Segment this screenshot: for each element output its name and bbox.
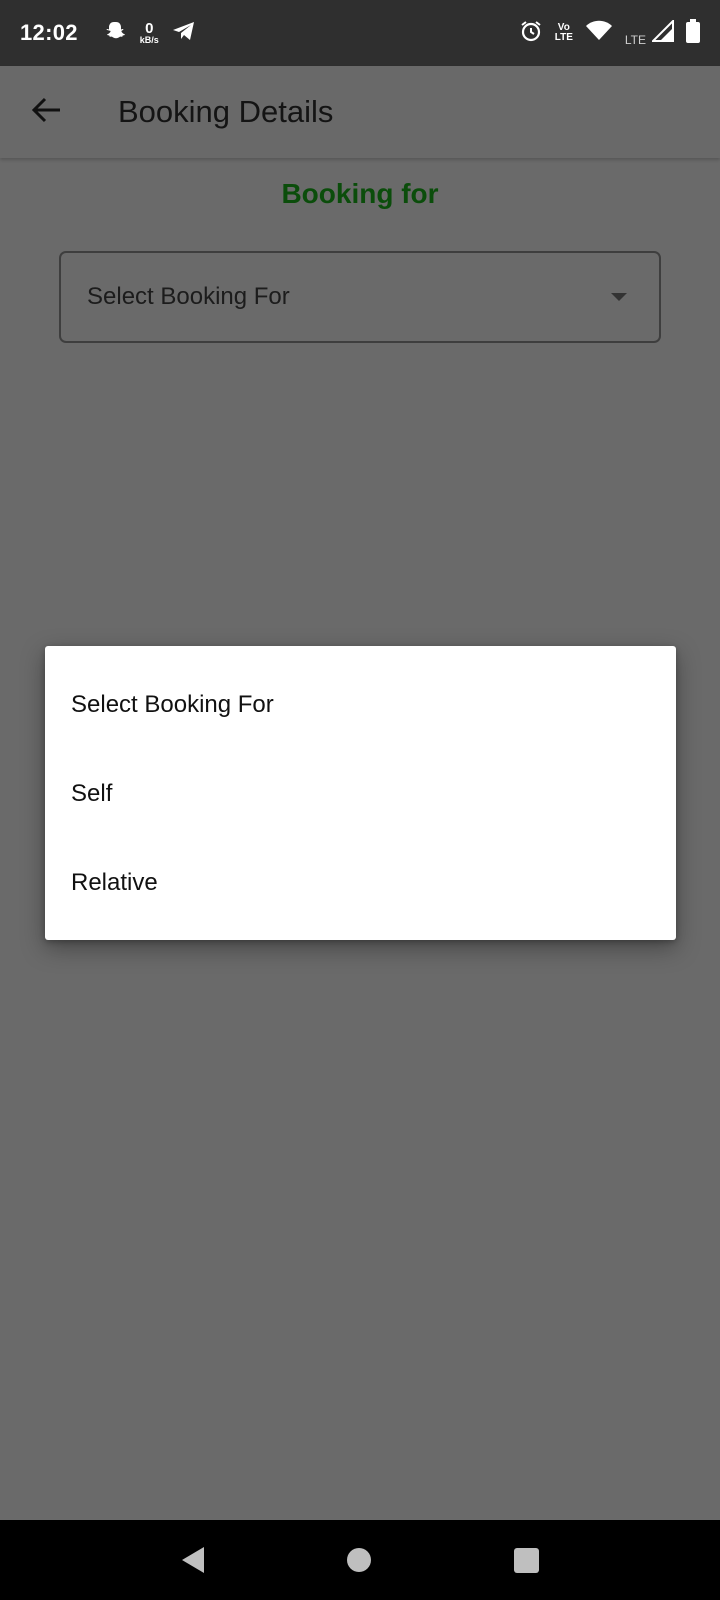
app-bar: Booking Details: [0, 66, 720, 158]
back-button[interactable]: [21, 86, 73, 138]
menu-item-self[interactable]: Self: [45, 749, 676, 838]
telegram-icon: [171, 19, 197, 48]
volte-icon: Vo LTE: [555, 23, 573, 43]
menu-item-select-booking-for[interactable]: Select Booking For: [45, 660, 676, 749]
signal-icon: [650, 18, 674, 47]
nav-recents-icon[interactable]: [513, 1547, 539, 1573]
booking-for-select[interactable]: Select Booking For: [59, 251, 661, 343]
page-title: Booking Details: [118, 94, 334, 129]
nav-back-icon[interactable]: [181, 1547, 204, 1573]
snapchat-icon: [104, 19, 128, 48]
booking-for-select-value: Select Booking For: [87, 283, 290, 310]
lte-label: LTE: [624, 32, 646, 47]
network-speed-unit: kB/s: [139, 35, 159, 45]
status-time: 12:02: [20, 20, 78, 45]
chevron-down-icon: [611, 293, 627, 301]
booking-for-heading: Booking for: [281, 178, 439, 209]
nav-home-icon[interactable]: [346, 1548, 371, 1572]
volte-bottom-text: LTE: [554, 32, 573, 43]
alarm-icon: [519, 19, 543, 48]
network-speed-value: 0: [145, 20, 154, 37]
menu-item-relative[interactable]: Relative: [45, 838, 676, 927]
status-bar: 12:02 0 kB/s Vo LTE LTE: [0, 0, 720, 66]
status-right-group: Vo LTE LTE: [519, 18, 700, 48]
screen: 12:02 0 kB/s Vo LTE LTE Booking Details …: [0, 0, 720, 1600]
system-nav-bar: [0, 1520, 720, 1600]
status-left-group: 12:02 0 kB/s: [20, 19, 197, 48]
battery-icon: [686, 18, 700, 48]
wifi-icon: [585, 19, 613, 48]
arrow-back-icon: [31, 97, 62, 128]
booking-for-dropdown-menu: Select Booking For Self Relative: [45, 646, 676, 940]
network-speed: 0 kB/s: [140, 21, 159, 45]
